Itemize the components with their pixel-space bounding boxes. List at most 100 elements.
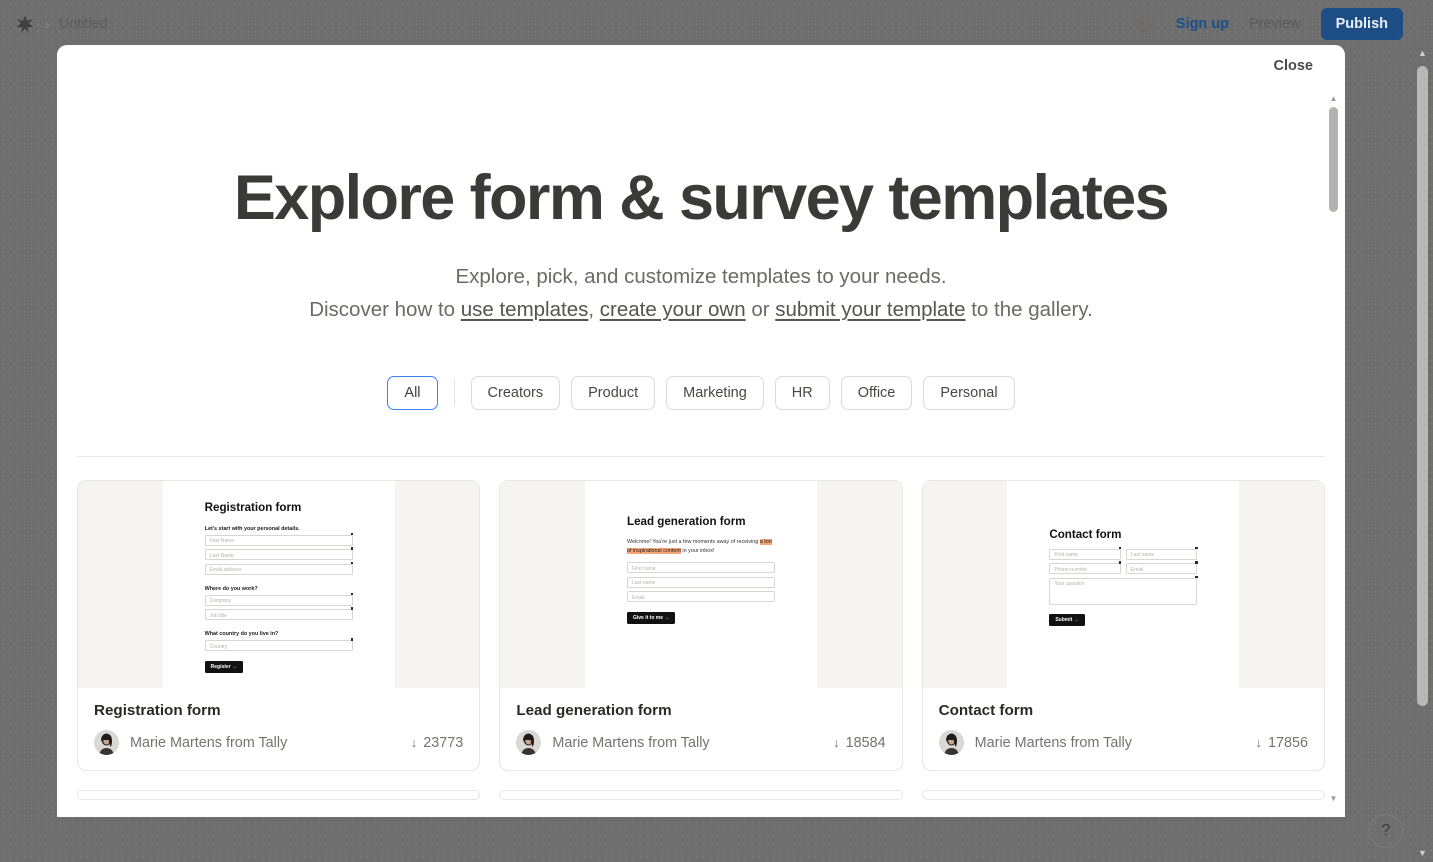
template-card-lead-generation-form[interactable]: Lead generation form Welcome! You're jus… [499, 480, 903, 772]
mini-form-contact: Contact form First name Last name Phone … [1007, 481, 1240, 689]
template-card-registration-form[interactable]: Registration form Let's start with your … [77, 480, 481, 772]
form-title[interactable]: Untitled [59, 16, 108, 32]
download-count: ↓ 17856 [1255, 735, 1308, 751]
filter-chip-personal[interactable]: Personal [923, 376, 1015, 411]
subtitle-suffix: to the gallery. [965, 297, 1093, 321]
modal-scrollbar[interactable]: ▲ ▼ [1329, 95, 1338, 803]
filter-chip-all[interactable]: All [387, 376, 438, 411]
mini-field-email: Email [626, 591, 775, 603]
mini-field-last-name: Last Name [204, 547, 354, 561]
avatar [516, 730, 542, 756]
create-your-own-link[interactable]: create your own [600, 298, 746, 321]
template-author: Marie Martens from Tally [552, 734, 710, 751]
download-count: ↓ 18584 [833, 735, 886, 751]
scroll-down-arrow-icon[interactable]: ▼ [1329, 795, 1338, 803]
download-count-value: 17856 [1267, 734, 1308, 751]
mini-blurb-post: in your inbox! [680, 547, 715, 554]
mini-spacer [1049, 542, 1197, 549]
page-scroll-up-arrow-icon[interactable]: ▲ [1416, 49, 1429, 58]
mini-form-lead-generation: Lead generation form Welcome! You're jus… [584, 481, 817, 689]
template-name: Contact form [938, 702, 1034, 720]
mini-submit-button: Submit → [1049, 614, 1085, 627]
page-subtitle: Explore, pick, and customize templates t… [57, 260, 1345, 326]
download-count-value: 23773 [423, 734, 464, 751]
gallery-hero: Explore form & survey templates Explore,… [57, 45, 1345, 326]
template-grid: Registration form Let's start with your … [57, 480, 1345, 801]
mini-heading: Lead generation form [626, 515, 746, 529]
template-card-body: Registration form Marie Martens from Tal… [78, 688, 479, 770]
preview-link[interactable]: Preview [1249, 16, 1301, 32]
mini-field-last-name: Last name [1125, 546, 1198, 560]
mini-field-first-name: First Name [204, 532, 354, 546]
mini-field-question: Your question [1049, 575, 1198, 605]
signup-link[interactable]: Sign up [1176, 16, 1229, 32]
mini-field-email: Email address [204, 561, 354, 575]
template-meta: Marie Martens from Tally ↓ 23773 [94, 730, 464, 756]
subtitle-line-1: Explore, pick, and customize templates t… [455, 264, 947, 288]
template-card-next-row[interactable] [921, 790, 1325, 801]
mini-field-first-name: First name [1049, 546, 1121, 560]
breadcrumb: › Untitled [14, 13, 108, 35]
filter-chip-office[interactable]: Office [840, 376, 913, 411]
mini-field-row-1: First name Last name [1049, 546, 1198, 564]
category-filters: All Creators Product Marketing HR Office… [57, 376, 1345, 411]
template-meta: Marie Martens from Tally ↓ 17856 [938, 730, 1308, 756]
mini-submit-button: Give it to me → [626, 611, 676, 624]
template-preview: Contact form First name Last name Phone … [922, 481, 1324, 689]
mini-blurb-pre: Welcome! You're just a few moments away … [626, 538, 760, 545]
avatar [938, 730, 964, 756]
filter-divider [453, 380, 455, 407]
close-row: Close [1274, 45, 1346, 75]
page-title: Explore form & survey templates [233, 163, 1170, 233]
top-app-bar: › Untitled Sign up Preview Publish [0, 0, 1433, 47]
mini-field-country: Country [204, 638, 354, 652]
help-button[interactable]: ? [1369, 814, 1403, 848]
mini-field-last-name: Last name [626, 576, 775, 588]
gear-icon[interactable] [1134, 13, 1156, 35]
download-arrow-icon: ↓ [410, 735, 418, 751]
top-bar-actions: Sign up Preview Publish [1134, 7, 1403, 40]
mini-question-1: Let's start with your personal details. [204, 525, 300, 532]
template-card-body: Lead generation form Marie Martens from … [500, 688, 901, 770]
template-meta: Marie Martens from Tally ↓ 18584 [516, 730, 886, 756]
mini-question-3: What country do you live in? [204, 631, 279, 638]
mini-field-email: Email [1125, 561, 1198, 575]
mini-submit-button: Register → [204, 660, 244, 673]
mini-question-2: Where do you work? [204, 585, 258, 592]
scroll-up-arrow-icon[interactable]: ▲ [1329, 95, 1338, 103]
template-card-next-row[interactable] [499, 790, 903, 801]
modal-scrollbar-thumb[interactable] [1329, 107, 1338, 212]
template-card-contact-form[interactable]: Contact form First name Last name Phone … [921, 480, 1325, 772]
subtitle-prefix: Discover how to [309, 297, 461, 321]
template-author: Marie Martens from Tally [130, 734, 288, 751]
mini-field-phone-number: Phone number [1049, 561, 1121, 575]
subtitle-comma: , [588, 297, 600, 321]
template-preview: Lead generation form Welcome! You're jus… [500, 481, 902, 689]
tally-logo-icon[interactable] [14, 13, 36, 35]
mini-field-company: Company [204, 592, 354, 606]
template-card-body: Contact form Marie Martens from Tally ↓ … [923, 688, 1324, 770]
mini-blurb: Welcome! You're just a few moments away … [626, 538, 775, 556]
page-scrollbar[interactable]: ▲ ▼ [1416, 47, 1429, 862]
publish-button[interactable]: Publish [1320, 7, 1403, 40]
filter-chip-creators[interactable]: Creators [470, 376, 561, 411]
avatar [94, 730, 119, 756]
subtitle-line-2: Discover how to use templates, create yo… [57, 293, 1345, 326]
mini-field-job-title: Job title [204, 607, 354, 621]
submit-template-link[interactable]: submit your template [775, 298, 965, 321]
page-scrollbar-thumb[interactable] [1417, 66, 1428, 706]
use-templates-link[interactable]: use templates [461, 298, 589, 321]
template-card-next-row[interactable] [77, 790, 481, 801]
download-count-value: 18584 [845, 734, 886, 751]
close-button[interactable]: Close [1274, 58, 1314, 74]
filter-chip-hr[interactable]: HR [774, 376, 830, 411]
filter-chip-product[interactable]: Product [571, 376, 656, 411]
download-arrow-icon: ↓ [833, 735, 840, 751]
mini-field-first-name: First name [626, 562, 775, 574]
download-arrow-icon: ↓ [1255, 735, 1262, 751]
page-scroll-down-arrow-icon[interactable]: ▼ [1416, 849, 1429, 858]
mini-spacer [627, 555, 775, 562]
template-preview: Registration form Let's start with your … [78, 481, 480, 689]
filter-chip-marketing[interactable]: Marketing [666, 376, 764, 411]
templates-gallery-modal: Close Explore form & survey templates Ex… [57, 45, 1345, 817]
